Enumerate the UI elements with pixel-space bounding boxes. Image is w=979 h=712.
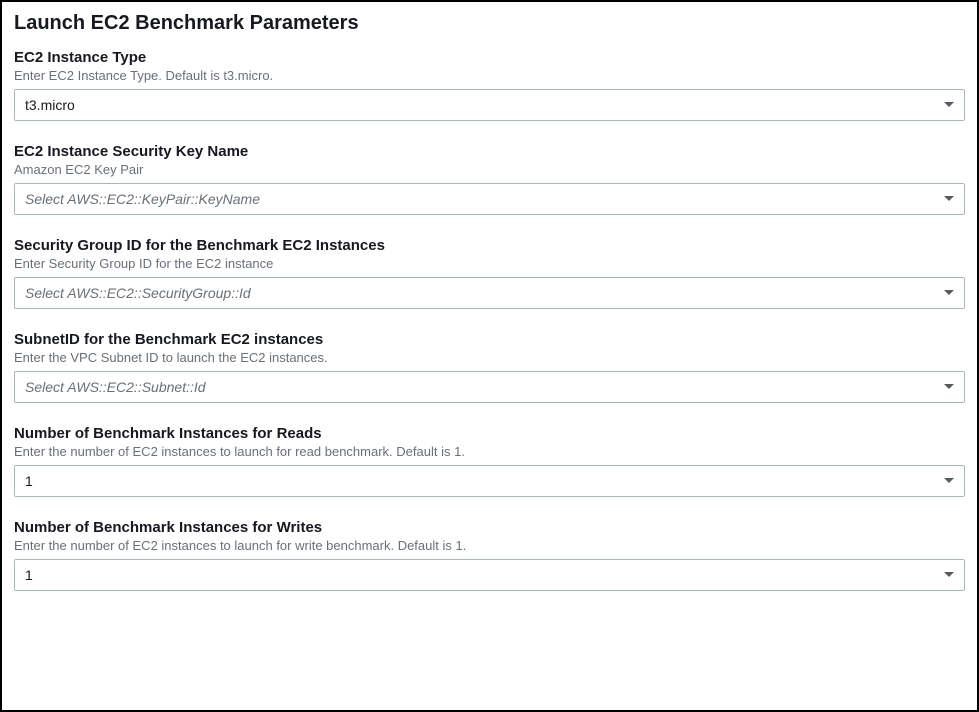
select-value: t3.micro bbox=[14, 89, 965, 121]
select-value: Select AWS::EC2::Subnet::Id bbox=[14, 371, 965, 403]
select-value: Select AWS::EC2::SecurityGroup::Id bbox=[14, 277, 965, 309]
section-title: Launch EC2 Benchmark Parameters bbox=[14, 12, 965, 35]
field-description: Enter EC2 Instance Type. Default is t3.m… bbox=[14, 68, 965, 83]
write-instances-select[interactable]: 1 bbox=[14, 559, 965, 591]
field-subnet-id: SubnetID for the Benchmark EC2 instances… bbox=[14, 331, 965, 403]
read-instances-select[interactable]: 1 bbox=[14, 465, 965, 497]
subnet-id-select[interactable]: Select AWS::EC2::Subnet::Id bbox=[14, 371, 965, 403]
field-label: EC2 Instance Security Key Name bbox=[14, 143, 965, 160]
field-label: EC2 Instance Type bbox=[14, 49, 965, 66]
field-label: Number of Benchmark Instances for Reads bbox=[14, 425, 965, 442]
security-key-select[interactable]: Select AWS::EC2::KeyPair::KeyName bbox=[14, 183, 965, 215]
field-label: SubnetID for the Benchmark EC2 instances bbox=[14, 331, 965, 348]
field-label: Security Group ID for the Benchmark EC2 … bbox=[14, 237, 965, 254]
field-security-key: EC2 Instance Security Key Name Amazon EC… bbox=[14, 143, 965, 215]
field-label: Number of Benchmark Instances for Writes bbox=[14, 519, 965, 536]
field-description: Enter Security Group ID for the EC2 inst… bbox=[14, 256, 965, 271]
select-value: 1 bbox=[14, 465, 965, 497]
field-write-instances: Number of Benchmark Instances for Writes… bbox=[14, 519, 965, 591]
instance-type-select[interactable]: t3.micro bbox=[14, 89, 965, 121]
security-group-select[interactable]: Select AWS::EC2::SecurityGroup::Id bbox=[14, 277, 965, 309]
field-instance-type: EC2 Instance Type Enter EC2 Instance Typ… bbox=[14, 49, 965, 121]
field-description: Amazon EC2 Key Pair bbox=[14, 162, 965, 177]
field-read-instances: Number of Benchmark Instances for Reads … bbox=[14, 425, 965, 497]
field-description: Enter the VPC Subnet ID to launch the EC… bbox=[14, 350, 965, 365]
field-description: Enter the number of EC2 instances to lau… bbox=[14, 538, 965, 553]
field-description: Enter the number of EC2 instances to lau… bbox=[14, 444, 965, 459]
select-value: Select AWS::EC2::KeyPair::KeyName bbox=[14, 183, 965, 215]
field-security-group: Security Group ID for the Benchmark EC2 … bbox=[14, 237, 965, 309]
select-value: 1 bbox=[14, 559, 965, 591]
